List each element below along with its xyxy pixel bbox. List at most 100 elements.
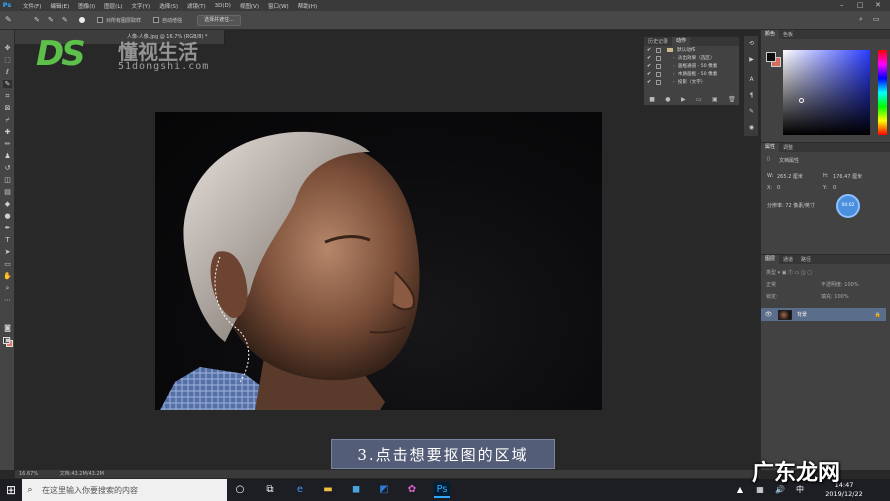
dodge-tool-icon[interactable]: ● (3, 212, 12, 220)
brush-size-icon[interactable] (79, 17, 85, 23)
app-icon[interactable]: ◩ (376, 482, 392, 498)
check-icon[interactable]: ✔ (647, 71, 652, 77)
tab-color[interactable]: 颜色 (761, 30, 780, 39)
tab-history[interactable]: 历史记录 (644, 38, 672, 45)
menu-window[interactable]: 窗口(W) (268, 2, 289, 10)
file-explorer-icon[interactable]: ▬ (320, 482, 336, 498)
chevron-right-icon[interactable]: › (673, 56, 675, 61)
search-icon[interactable]: ⌕ (859, 15, 863, 24)
stop-icon[interactable]: ■ (649, 96, 655, 103)
shape-tool-icon[interactable]: ▭ (3, 260, 12, 268)
new-selection-icon[interactable]: ✎ (34, 16, 42, 24)
hue-slider[interactable] (878, 50, 887, 135)
x-value[interactable]: 0 (777, 185, 780, 191)
taskbar-search-box[interactable]: ⌕ 在这里输入你要搜索的内容 (22, 479, 227, 501)
fill-field[interactable]: 填充: 100% (821, 293, 849, 300)
workspace-icon[interactable]: ▭ (873, 15, 880, 23)
y-value[interactable]: 0 (833, 185, 836, 191)
record-icon[interactable]: ● (665, 96, 670, 103)
layer-row-background[interactable]: 👁 背景 🔒 (761, 308, 886, 321)
menu-image[interactable]: 图像(I) (78, 2, 95, 10)
windows-start-icon[interactable]: ⊞ (0, 479, 22, 501)
tray-icon[interactable]: ▲ (732, 482, 748, 498)
picker-cursor[interactable] (799, 98, 804, 103)
tab-properties[interactable]: 属性 (761, 143, 780, 152)
actions-play-icon[interactable]: ▶ (747, 56, 756, 64)
auto-enhance-checkbox[interactable] (153, 17, 159, 23)
chevron-right-icon[interactable]: › (673, 64, 675, 69)
brush-settings-icon[interactable]: ✎ (747, 108, 756, 116)
menu-file[interactable]: 文件(F) (23, 2, 41, 10)
eraser-tool-icon[interactable]: ◫ (3, 176, 12, 184)
menu-3d[interactable]: 3D(D) (215, 3, 231, 9)
zoom-level[interactable]: 16.67% (19, 471, 38, 477)
h-value[interactable]: 176.47 厘米 (833, 173, 862, 180)
new-set-icon[interactable]: ▭ (696, 96, 702, 103)
subtract-selection-icon[interactable]: ✎ (62, 16, 70, 24)
search-placeholder[interactable]: 在这里输入你要搜索的内容 (42, 485, 138, 496)
dialog-toggle-icon[interactable] (656, 63, 661, 69)
quick-select-tool-icon[interactable]: ✎ (3, 80, 12, 88)
chevron-right-icon[interactable]: › (673, 72, 675, 77)
select-and-mask-button[interactable]: 选择并遮住... (197, 15, 241, 26)
menu-view[interactable]: 视图(V) (240, 2, 259, 10)
play-icon[interactable]: ▶ (681, 96, 686, 103)
lock-icon[interactable]: 🔒 (875, 312, 881, 318)
eyedropper-tool-icon[interactable]: ⌿ (3, 116, 12, 124)
menu-select[interactable]: 选择(S) (159, 2, 178, 10)
photoshop-taskbar-icon[interactable]: Ps (434, 482, 450, 498)
action-row[interactable]: ✔ › 投影（文字） (644, 78, 739, 86)
history-brush-icon[interactable]: ↺ (3, 164, 12, 172)
action-row[interactable]: ✔ › 画框通道 - 50 像素 (644, 62, 739, 70)
chevron-right-icon[interactable]: › (673, 80, 675, 85)
more-tools-icon[interactable]: ⋯ (3, 296, 12, 304)
dialog-toggle-icon[interactable] (656, 71, 661, 77)
blur-tool-icon[interactable]: ◆ (3, 200, 12, 208)
tab-actions[interactable]: 动作 (672, 37, 691, 46)
color-picker-field[interactable] (783, 50, 870, 135)
check-icon[interactable]: ✔ (647, 63, 652, 69)
edge-browser-icon[interactable]: e (292, 482, 308, 498)
screen-mode-icon[interactable]: ▣ (3, 336, 12, 344)
trash-icon[interactable]: 🗑 (728, 96, 736, 103)
color-app-icon[interactable]: ✿ (404, 482, 420, 498)
tab-layers[interactable]: 图层 (761, 255, 780, 264)
action-row[interactable]: ✔ › 木质画框 - 50 像素 (644, 70, 739, 78)
character-icon[interactable]: A (747, 76, 756, 84)
check-icon[interactable]: ✔ (647, 55, 652, 61)
action-row[interactable]: ✔ › 淡出效果（选区） (644, 54, 739, 62)
type-tool-icon[interactable]: T (3, 236, 12, 244)
lasso-tool-icon[interactable]: ℓ (3, 68, 12, 76)
check-icon[interactable]: ✔ (647, 47, 652, 53)
menu-type[interactable]: 文字(Y) (132, 2, 151, 10)
w-value[interactable]: 265.2 厘米 (777, 173, 803, 180)
hand-tool-icon[interactable]: ✋ (3, 272, 12, 280)
menu-filter[interactable]: 滤镜(T) (187, 2, 206, 10)
tab-channels[interactable]: 通道 (779, 256, 797, 263)
store-icon[interactable]: ◼ (348, 482, 364, 498)
close-icon[interactable]: ✕ (875, 0, 881, 11)
layer-name[interactable]: 背景 (797, 311, 807, 318)
frame-tool-icon[interactable]: ⊠ (3, 104, 12, 112)
tab-paths[interactable]: 路径 (797, 256, 815, 263)
maximize-icon[interactable]: □ (857, 0, 864, 11)
zoom-tool-icon[interactable]: ⌕ (3, 284, 12, 292)
check-icon[interactable]: ✔ (647, 79, 652, 85)
layer-kind-filter[interactable]: 类型 ▾ ▣ Ⓣ ▭ ◫ ▢ (766, 269, 812, 276)
quick-mask-icon[interactable]: ◙ (3, 324, 12, 332)
minimize-icon[interactable]: – (840, 0, 844, 11)
cortana-icon[interactable]: ○ (232, 482, 248, 498)
opacity-field[interactable]: 不透明度: 100% (821, 281, 859, 288)
clone-stamp-icon[interactable]: ♟ (3, 152, 12, 160)
menu-edit[interactable]: 编辑(E) (50, 2, 69, 10)
paragraph-icon[interactable]: ¶ (747, 92, 756, 100)
dialog-toggle-icon[interactable] (656, 55, 661, 61)
eye-icon[interactable]: 👁 (764, 311, 773, 318)
tab-swatches[interactable]: 色板 (779, 31, 797, 38)
action-row[interactable]: ✔ 默认动作 (644, 46, 739, 54)
add-selection-icon[interactable]: ✎ (48, 16, 56, 24)
crop-tool-icon[interactable]: ⌗ (3, 92, 12, 100)
menu-layer[interactable]: 图层(L) (104, 2, 122, 10)
tab-adjustments[interactable]: 调整 (779, 144, 797, 151)
menu-help[interactable]: 帮助(H) (298, 2, 317, 10)
